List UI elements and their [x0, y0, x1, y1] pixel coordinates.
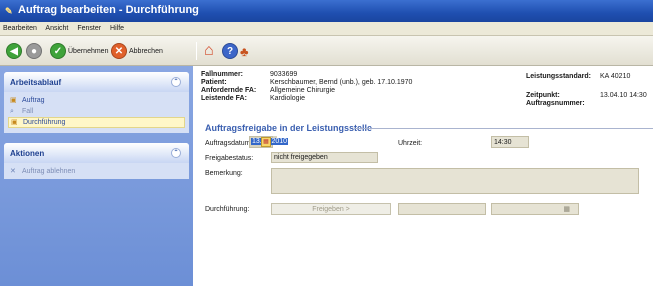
time-value: 14:30: [494, 139, 512, 146]
help-icon: ?: [222, 43, 238, 59]
sidebar-item-label: Durchführung: [23, 119, 66, 126]
case-number-label-bold: Fallnummer:: [201, 71, 244, 78]
menu-fenster[interactable]: Fenster: [77, 25, 101, 32]
execution-field-1[interactable]: [398, 203, 486, 215]
window-title: Auftrag bearbeiten - Durchführung: [18, 4, 199, 16]
order-number-label: Auftragsnummer:: [526, 100, 585, 107]
home-button[interactable]: ⌂: [204, 41, 214, 61]
menu-bar: Bearbeiten Ansicht Fenster Hilfe: [0, 22, 653, 36]
sidebar-item-durchfuehrung[interactable]: ▣ Durchführung: [8, 117, 185, 128]
release-button[interactable]: Freigeben >: [271, 203, 391, 215]
performing-label: Leistende FA:: [201, 95, 247, 102]
sidebar-item-label: Fall: [22, 108, 34, 115]
action-reject-order[interactable]: ✕ Auftrag ablehnen: [8, 166, 185, 177]
execution-label: Durchführung:: [205, 206, 250, 213]
status-value: nicht freigegeben: [274, 154, 328, 161]
window-title-bar: ✎ Auftrag bearbeiten - Durchführung: [0, 0, 653, 22]
checkmark-icon: ✓: [50, 43, 66, 59]
sidebar-item-auftrag[interactable]: ▣ Auftrag: [8, 95, 185, 106]
status-field: nicht freigegeben: [271, 152, 378, 163]
help-button[interactable]: ?: [222, 41, 238, 61]
users-button[interactable]: ♣: [240, 41, 249, 61]
section-title: Auftragsfreigabe in der Leistungsstelle: [205, 123, 373, 133]
document-edit-icon: ▣: [10, 96, 17, 104]
remark-label: Bemerkung:: [205, 170, 243, 177]
apply-button[interactable]: ✓ Übernehmen: [50, 41, 108, 61]
workflow-title: Arbeitsablauf: [10, 78, 62, 87]
collapse-icon[interactable]: ⌃: [171, 148, 181, 158]
requesting-label: Anfordernde FA:: [201, 87, 257, 94]
search-icon: ⌕: [10, 107, 14, 115]
actions-panel: Aktionen ⌃ ✕ Auftrag ablehnen: [4, 143, 189, 179]
execution-field-2[interactable]: ▦: [491, 203, 579, 215]
actions-panel-body: ✕ Auftrag ablehnen: [4, 163, 189, 179]
menu-ansicht[interactable]: Ansicht: [45, 25, 68, 32]
calendar-icon[interactable]: ▦: [261, 137, 271, 147]
workflow-panel-header[interactable]: Arbeitsablauf ⌃: [4, 72, 189, 92]
forward-button[interactable]: ●: [26, 41, 42, 61]
requesting-value: Allgemeine Chirurgie: [270, 87, 335, 94]
actions-panel-header[interactable]: Aktionen ⌃: [4, 143, 189, 163]
time-field[interactable]: 14:30: [491, 136, 529, 148]
toolbar: ◀ ● ✓ Übernehmen ✕ Abbrechen ⌂ ? ♣: [0, 36, 653, 66]
time-label: Zeitpunkt:: [526, 92, 560, 99]
remark-textarea[interactable]: [271, 168, 639, 194]
cancel-label: Abbrechen: [129, 47, 163, 55]
time-value: 13.04.10 14:30: [600, 92, 647, 99]
document-edit-icon: ▣: [11, 118, 18, 126]
patient-value: Kerschbaumer, Bernd (unb.), geb. 17.10.1…: [270, 79, 413, 86]
performing-value: Kardiologie: [270, 95, 306, 102]
menu-bearbeiten[interactable]: Bearbeiten: [3, 25, 37, 32]
workflow-panel-body: ▣ Auftrag ⌕ Fall ▣ Durchführung: [4, 92, 189, 133]
time-label: Uhrzeit:: [398, 140, 423, 147]
case-number-value: 9033699: [270, 71, 298, 78]
menu-hilfe[interactable]: Hilfe: [110, 25, 124, 32]
grid-icon: ▦: [563, 206, 570, 213]
reject-x-icon: ✕: [10, 167, 16, 175]
arrow-left-icon: ◀: [6, 43, 22, 59]
apply-label: Übernehmen: [68, 47, 109, 55]
stop-icon: ●: [26, 43, 42, 59]
toolbar-separator: [196, 42, 197, 60]
cancel-x-icon: ✕: [111, 43, 127, 59]
sidebar-item-fall[interactable]: ⌕ Fall: [8, 106, 185, 117]
status-label: Freigabestatus:: [205, 155, 254, 162]
action-label: Auftrag ablehnen: [22, 168, 76, 175]
patient-label: Patient:: [201, 79, 227, 86]
users-icon: ♣: [240, 43, 249, 59]
collapse-icon[interactable]: ⌃: [171, 77, 181, 87]
workflow-panel: Arbeitsablauf ⌃ ▣ Auftrag ⌕ Fall ▣ Durch…: [4, 72, 189, 133]
app-icon: ✎: [5, 6, 13, 16]
back-button[interactable]: ◀: [6, 41, 22, 61]
sidebar-item-label: Auftrag: [22, 97, 45, 104]
sidebar: Arbeitsablauf ⌃ ▣ Auftrag ⌕ Fall ▣ Durch…: [0, 66, 193, 286]
actions-title: Aktionen: [10, 149, 45, 158]
cancel-button[interactable]: ✕ Abbrechen: [111, 41, 163, 61]
section-divider: [354, 128, 653, 129]
date-label: Auftragsdatum:: [205, 140, 253, 147]
home-icon: ⌂: [204, 42, 214, 59]
standard-label: Leistungsstandard:: [526, 73, 591, 80]
standard-value: KA 40210: [600, 73, 631, 80]
